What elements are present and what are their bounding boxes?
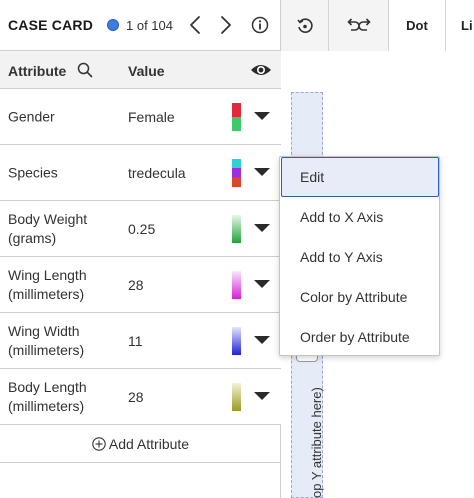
caret-down-icon[interactable] [254,112,270,120]
info-icon[interactable] [251,16,269,34]
attribute-name: Gender [8,108,55,124]
caret-down-icon[interactable] [254,224,270,232]
color-legend-swatch [232,159,241,187]
chevron-left-icon[interactable] [186,14,204,36]
undo-redo-icon [346,17,371,31]
eye-icon[interactable] [250,61,272,79]
value-column-header: Value [128,63,165,79]
attribute-value[interactable]: Female [128,109,175,125]
color-legend-swatch [232,327,241,355]
table-row: Wing Width (millimeters) 11 [0,313,281,369]
add-attribute-label: Add Attribute [108,435,190,452]
table-row: Body Weight (grams) 0.25 [0,201,281,257]
color-legend-swatch [232,383,241,411]
rerandomize-button[interactable] [281,0,329,51]
line-plot-button[interactable]: Li [446,0,474,51]
table-row: Body Length (millimeters) 28 [0,369,281,425]
y-axis-drop-label: op Y attribute here) [309,387,324,498]
attribute-value[interactable]: 28 [128,277,144,293]
menu-item-add-x-axis[interactable]: Add to X Axis [280,197,439,237]
rerandomize-icon [296,17,313,33]
attribute-value[interactable]: 11 [128,333,143,349]
menu-item-add-y-axis[interactable]: Add to Y Axis [280,237,439,277]
caret-down-icon[interactable] [254,336,270,344]
table-row: Gender Female [0,89,281,145]
attribute-name: Body Weight (grams) [8,210,88,246]
attribute-table: Attribute Value Gender Female Species trede… [0,51,281,463]
attribute-name: Species [8,164,58,180]
menu-item-order-by-attribute[interactable]: Order by Attribute [280,317,439,357]
table-row: Species tredecula [0,145,281,201]
card-title: CASE CARD [8,17,94,33]
table-row: Wing Length (millimeters) 28 [0,257,281,313]
search-icon[interactable] [77,62,93,78]
color-legend-swatch [232,103,241,131]
attribute-value[interactable]: tredecula [128,165,186,181]
attribute-rows: Gender Female Species tredecula Body Weight … [0,89,281,425]
undo-redo-button[interactable] [329,0,389,51]
add-circle-icon [92,436,106,451]
attribute-name: Wing Width (millimeters) [8,322,85,358]
menu-item-color-by-attribute[interactable]: Color by Attribute [280,277,439,317]
caret-down-icon[interactable] [254,280,270,288]
case-count: 1 of 104 [126,18,173,33]
attribute-context-menu: Edit Add to X Axis Add to Y Axis Color by A… [279,156,440,356]
chevron-right-icon[interactable] [217,14,235,36]
add-attribute-button[interactable]: Add Attribute [0,425,281,463]
dot-plot-button[interactable]: Dot [389,0,446,51]
caret-down-icon[interactable] [254,168,270,176]
case-dot-icon [107,19,119,31]
caret-down-icon[interactable] [254,392,270,400]
color-legend-swatch [232,215,241,243]
menu-item-edit[interactable]: Edit [281,157,439,197]
attribute-value[interactable]: 0.25 [128,221,155,237]
color-legend-swatch [232,271,241,299]
attribute-value[interactable]: 28 [128,389,144,405]
attribute-name: Wing Length (millimeters) [8,266,87,302]
attribute-name: Body Length (millimeters) [8,378,87,414]
table-header: Attribute Value [0,51,281,89]
case-card-header: CASE CARD 1 of 104 Dot Li [0,0,474,51]
attribute-column-header: Attribute [8,63,67,79]
